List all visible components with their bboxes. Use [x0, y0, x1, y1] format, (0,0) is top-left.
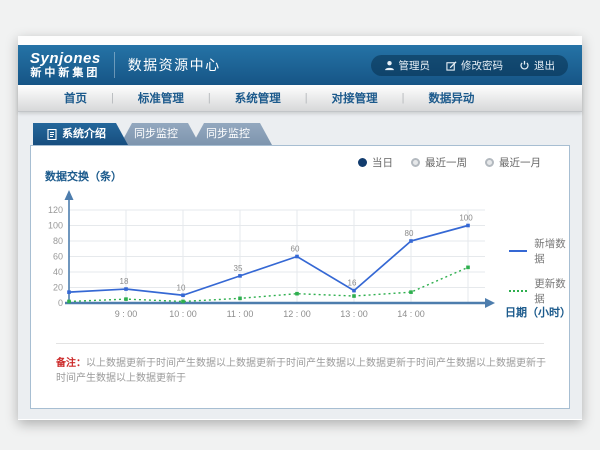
logout-label: 退出 [534, 58, 555, 73]
radio-unselected-icon[interactable] [485, 158, 494, 167]
svg-text:14 : 00: 14 : 00 [397, 309, 425, 319]
radio-label: 最近一周 [425, 155, 467, 170]
radio-unselected-icon[interactable] [411, 158, 420, 167]
logo-text-cn: 新中新集团 [30, 68, 100, 79]
company-logo: Synjones 新中新集团 [30, 51, 101, 79]
nav-item-system[interactable]: 系统管理 [211, 90, 305, 106]
y-axis-title: 数据交换（条） [45, 168, 122, 184]
time-range-filter: 当日 最近一周 最近一月 [358, 155, 541, 170]
main-nav: 首页 | 标准管理 | 系统管理 | 对接管理 | 数据异动 [18, 85, 582, 112]
footnote-text: 以上数据更新于时间产生数据以上数据更新于时间产生数据以上数据更新于时间产生数据以… [56, 358, 546, 384]
change-password-button[interactable]: 修改密码 [446, 58, 503, 73]
nav-item-data-changes[interactable]: 数据异动 [404, 90, 498, 106]
tab-label: 同步监控 [206, 128, 250, 140]
svg-text:120: 120 [48, 205, 63, 215]
dotted-line-icon [509, 290, 527, 292]
tab-sync-monitor-1[interactable]: 同步监控 [120, 123, 200, 145]
svg-text:10: 10 [177, 283, 186, 292]
svg-text:40: 40 [53, 267, 63, 277]
svg-text:60: 60 [291, 245, 300, 254]
svg-text:60: 60 [53, 252, 63, 262]
svg-text:80: 80 [405, 229, 414, 238]
document-icon [47, 129, 57, 140]
svg-text:80: 80 [53, 236, 63, 246]
nav-item-integration[interactable]: 对接管理 [308, 90, 402, 106]
svg-text:18: 18 [120, 277, 129, 286]
line-chart: 0 20 40 60 80 100 120 9 : 00 10 : 00 11 : 00 12 : … [39, 186, 501, 324]
radio-today[interactable]: 当日 [358, 155, 393, 170]
content-area: 系统介绍 同步监控 同步监控 当日 最近一周 [18, 112, 582, 419]
power-icon [519, 60, 530, 71]
svg-text:100: 100 [48, 221, 63, 231]
legend-label: 更新数据 [534, 276, 569, 306]
radio-label: 当日 [372, 155, 393, 170]
user-toolbar: 管理员 修改密码 退出 [371, 55, 569, 76]
current-user-label: 管理员 [399, 58, 431, 73]
tab-sync-monitor-2[interactable]: 同步监控 [192, 123, 272, 145]
app-window: Synjones 新中新集团 数据资源中心 管理员 修改密码 [18, 36, 582, 420]
svg-text:9 : 00: 9 : 00 [115, 309, 138, 319]
user-icon [384, 60, 395, 71]
radio-label: 最近一月 [499, 155, 541, 170]
svg-text:11 : 00: 11 : 00 [227, 309, 254, 319]
chart-legend: 新增数据 更新数据 [509, 236, 569, 306]
page-title: 数据资源中心 [128, 55, 221, 75]
svg-text:16: 16 [348, 279, 357, 288]
note-divider [56, 343, 544, 344]
legend-label: 新增数据 [534, 236, 569, 266]
radio-selected-icon[interactable] [358, 158, 367, 167]
logout-button[interactable]: 退出 [519, 58, 555, 73]
nav-item-home[interactable]: 首页 [40, 90, 111, 106]
radio-last-week[interactable]: 最近一周 [411, 155, 467, 170]
window-top-strip [18, 36, 582, 45]
legend-item-updated-data: 更新数据 [509, 276, 569, 306]
tab-label: 同步监控 [134, 128, 178, 140]
footnote-prefix: 备注： [56, 358, 86, 369]
svg-text:10 : 00: 10 : 00 [169, 309, 197, 319]
header: Synjones 新中新集团 数据资源中心 管理员 修改密码 [18, 45, 582, 85]
solid-line-icon [509, 250, 527, 252]
legend-item-new-data: 新增数据 [509, 236, 569, 266]
svg-text:35: 35 [234, 264, 243, 273]
footnote: 备注：以上数据更新于时间产生数据以上数据更新于时间产生数据以上数据更新于时间产生… [56, 356, 551, 386]
tab-label: 系统介绍 [62, 123, 106, 145]
chart-panel: 当日 最近一周 最近一月 数据交换（条） 0 20 40 60 80 100 120 9 : … [30, 145, 570, 409]
nav-item-standards[interactable]: 标准管理 [114, 90, 208, 106]
logo-text-en: Synjones [30, 51, 101, 66]
tab-system-intro[interactable]: 系统介绍 [33, 123, 128, 145]
svg-text:100: 100 [459, 214, 473, 223]
header-divider [114, 52, 115, 78]
edit-icon [446, 60, 457, 71]
svg-text:20: 20 [53, 283, 63, 293]
svg-text:12 : 00: 12 : 00 [283, 309, 311, 319]
change-password-label: 修改密码 [461, 58, 503, 73]
current-user-button[interactable]: 管理员 [384, 58, 431, 73]
svg-text:13 : 00: 13 : 00 [340, 309, 368, 319]
tab-bar: 系统介绍 同步监控 同步监控 [33, 123, 582, 145]
radio-last-month[interactable]: 最近一月 [485, 155, 541, 170]
svg-text:0: 0 [58, 298, 63, 308]
x-axis-title: 日期（小时） [505, 304, 569, 320]
